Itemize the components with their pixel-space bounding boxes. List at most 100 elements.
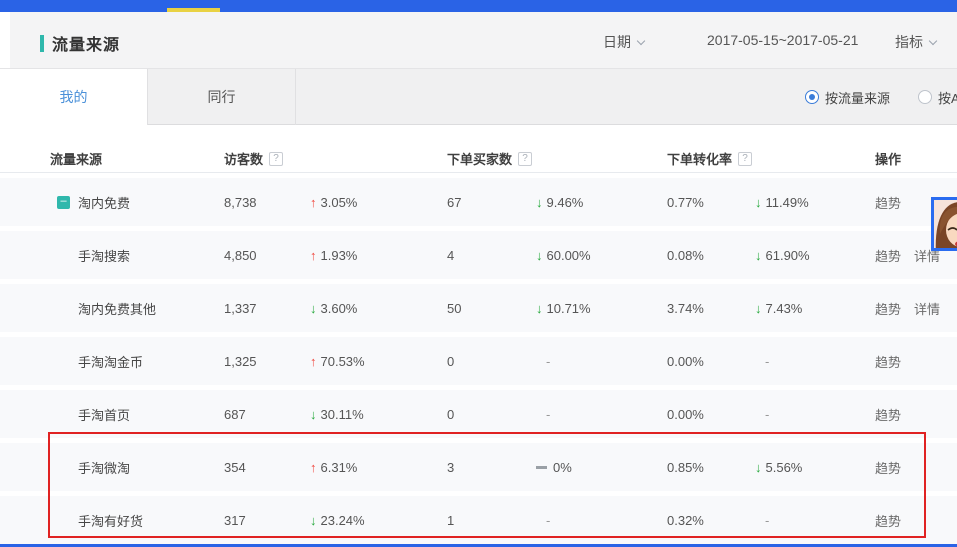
- conv-change: -: [755, 354, 875, 369]
- visitors-value: 1,325: [224, 354, 310, 369]
- col-header-buyers: 下单买家数 ?: [447, 149, 536, 168]
- panel-header: 流量来源 日期 2017-05-15~2017-05-21 指标: [10, 12, 957, 68]
- buyers-value: 50: [447, 301, 536, 316]
- conv-value: 0.85%: [667, 460, 755, 475]
- conv-value: 0.08%: [667, 248, 755, 263]
- down-arrow-icon: ↓: [310, 513, 317, 528]
- col-header-conversion: 下单转化率 ?: [667, 149, 755, 168]
- down-arrow-icon: ↓: [310, 407, 317, 422]
- conv-change: ↓61.90%: [755, 248, 875, 263]
- buyers-change: ↓10.71%: [536, 301, 667, 316]
- down-arrow-icon: ↓: [755, 460, 762, 475]
- up-arrow-icon: ↑: [310, 248, 317, 263]
- buyers-value: 67: [447, 195, 536, 210]
- conv-change: ↓7.43%: [755, 301, 875, 316]
- date-dropdown[interactable]: 日期: [603, 32, 644, 52]
- buyers-change: -: [536, 407, 667, 422]
- view-mode-radios: 按流量来源 按A: [805, 69, 957, 125]
- detail-link[interactable]: 详情: [914, 302, 940, 317]
- radio-by-a[interactable]: 按A: [918, 88, 957, 107]
- tab-mine[interactable]: 我的: [0, 69, 148, 126]
- radio-by-traffic-source[interactable]: 按流量来源: [805, 88, 890, 107]
- page-title: 流量来源: [52, 31, 120, 55]
- down-arrow-icon: ↓: [536, 195, 543, 210]
- source-name-cell: 手淘搜索: [0, 246, 224, 265]
- source-name-cell: 手淘首页: [0, 405, 224, 424]
- down-arrow-icon: ↓: [536, 301, 543, 316]
- up-arrow-icon: ↑: [310, 460, 317, 475]
- date-range-value[interactable]: 2017-05-15~2017-05-21: [707, 32, 858, 48]
- conv-value: 0.00%: [667, 354, 755, 369]
- page: { "topbar": { "brand_color": "#2a63e6", …: [0, 0, 957, 547]
- tab-bar: 我的 同行 按流量来源 按A: [0, 68, 957, 125]
- source-name: 手淘搜索: [78, 246, 130, 265]
- help-icon[interactable]: ?: [738, 152, 752, 166]
- conv-change: -: [755, 407, 875, 422]
- down-arrow-icon: ↓: [310, 301, 317, 316]
- buyers-change: 0%: [536, 460, 667, 475]
- conv-value: 0.00%: [667, 407, 755, 422]
- source-name: 手淘淘金币: [78, 352, 143, 371]
- trend-link[interactable]: 趋势: [875, 514, 901, 529]
- table-row: 手淘微淘354↑6.31%30%0.85%↓5.56%趋势: [0, 443, 957, 491]
- trend-link[interactable]: 趋势: [875, 302, 901, 317]
- down-arrow-icon: ↓: [536, 248, 543, 263]
- source-name: 手淘微淘: [78, 458, 130, 477]
- conv-value: 0.32%: [667, 513, 755, 528]
- buyers-value: 1: [447, 513, 536, 528]
- actions-cell: 趋势详情: [875, 299, 957, 318]
- visitors-value: 354: [224, 460, 310, 475]
- table-row: 淘内免费其他1,337↓3.60%50↓10.71%3.74%↓7.43%趋势详…: [0, 284, 957, 332]
- visitors-change: ↑70.53%: [310, 354, 447, 369]
- trend-link[interactable]: 趋势: [875, 249, 901, 264]
- collapse-icon[interactable]: –: [57, 196, 70, 209]
- avatar[interactable]: [931, 197, 957, 251]
- date-dropdown-label: 日期: [603, 34, 631, 50]
- help-icon[interactable]: ?: [269, 152, 283, 166]
- visitors-change: ↑3.05%: [310, 195, 447, 210]
- down-arrow-icon: ↓: [755, 301, 762, 316]
- help-icon[interactable]: ?: [518, 152, 532, 166]
- actions-cell: 趋势: [875, 352, 957, 371]
- buyers-change: -: [536, 513, 667, 528]
- table-row: –淘内免费8,738↑3.05%67↓9.46%0.77%↓11.49%趋势: [0, 178, 957, 226]
- visitors-value: 1,337: [224, 301, 310, 316]
- radio-unselected-icon: [918, 90, 932, 104]
- source-name-cell: 手淘有好货: [0, 511, 224, 530]
- radio-label: 按A: [938, 88, 957, 107]
- traffic-source-table: 流量来源 访客数 ? 下单买家数 ? 下单转化率 ? 操作 –淘内免费8,738…: [0, 125, 957, 547]
- visitors-change: ↑6.31%: [310, 460, 447, 475]
- trend-link[interactable]: 趋势: [875, 196, 901, 211]
- radio-label: 按流量来源: [825, 88, 890, 107]
- tab-peers[interactable]: 同行: [148, 69, 296, 125]
- buyers-change: ↓9.46%: [536, 195, 667, 210]
- conv-change: ↓5.56%: [755, 460, 875, 475]
- actions-cell: 趋势: [875, 511, 957, 530]
- source-name-cell: 手淘微淘: [0, 458, 224, 477]
- actions-cell: 趋势: [875, 405, 957, 424]
- radio-selected-icon: [805, 90, 819, 104]
- browser-top-bar: [0, 0, 957, 12]
- trend-link[interactable]: 趋势: [875, 408, 901, 423]
- buyers-change: ↓60.00%: [536, 248, 667, 263]
- actions-cell: 趋势: [875, 458, 957, 477]
- title-accent-bar: [40, 35, 44, 52]
- source-name-cell: 淘内免费其他: [0, 299, 224, 318]
- table-body: –淘内免费8,738↑3.05%67↓9.46%0.77%↓11.49%趋势手淘…: [0, 178, 957, 544]
- source-name-cell: –淘内免费: [0, 193, 224, 212]
- trend-link[interactable]: 趋势: [875, 355, 901, 370]
- buyers-change: -: [536, 354, 667, 369]
- source-name: 淘内免费其他: [78, 299, 156, 318]
- metric-dropdown[interactable]: 指标: [895, 32, 936, 52]
- trend-link[interactable]: 趋势: [875, 461, 901, 476]
- visitors-value: 8,738: [224, 195, 310, 210]
- buyers-value: 4: [447, 248, 536, 263]
- chevron-down-icon: [929, 37, 937, 45]
- table-row: 手淘搜索4,850↑1.93%4↓60.00%0.08%↓61.90%趋势详情: [0, 231, 957, 279]
- avatar-illustration: [934, 200, 957, 251]
- table-row: 手淘淘金币1,325↑70.53%0-0.00%-趋势: [0, 337, 957, 385]
- down-arrow-icon: ↓: [755, 248, 762, 263]
- metric-dropdown-label: 指标: [895, 34, 923, 50]
- col-header-actions: 操作: [875, 149, 957, 168]
- table-header-row: 流量来源 访客数 ? 下单买家数 ? 下单转化率 ? 操作: [0, 145, 957, 173]
